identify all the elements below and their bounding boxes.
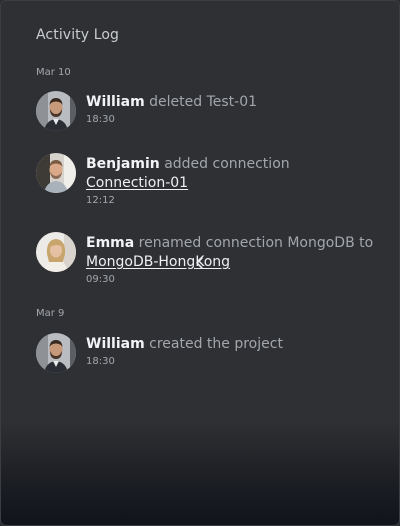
activity-time: 12:12 [86, 195, 115, 206]
user-name[interactable]: William [86, 94, 145, 110]
activity-action: deleted Test-01 [149, 94, 258, 110]
activity-action: renamed connection MongoDB to [138, 235, 374, 251]
activity-item: William deleted Test-01 18:30 [36, 91, 376, 133]
activity-item: Benjamin added connection Connection-01 … [36, 153, 376, 213]
page-title: Activity Log [36, 27, 120, 43]
activity-action: added connection [164, 156, 290, 172]
avatar [36, 91, 76, 131]
avatar [36, 232, 76, 272]
date-header-mar-10: Mar 10 [36, 67, 71, 78]
user-name[interactable]: William [86, 336, 145, 352]
user-name[interactable]: Benjamin [86, 156, 160, 172]
user-name[interactable]: Emma [86, 235, 134, 251]
mouse-cursor-icon [196, 257, 203, 269]
date-header-mar-9: Mar 9 [36, 308, 65, 319]
activity-time: 18:30 [86, 114, 115, 125]
activity-item: William created the project 18:30 [36, 333, 376, 375]
connection-link[interactable]: MongoDB-HongKong [86, 254, 230, 270]
activity-time: 09:30 [86, 274, 115, 285]
avatar [36, 153, 76, 193]
activity-log-panel: Activity Log Mar 10 William deleted Test… [0, 0, 400, 526]
activity-time: 18:30 [86, 356, 115, 367]
avatar [36, 333, 76, 373]
connection-link[interactable]: Connection-01 [86, 175, 188, 191]
activity-action: created the project [149, 336, 283, 352]
